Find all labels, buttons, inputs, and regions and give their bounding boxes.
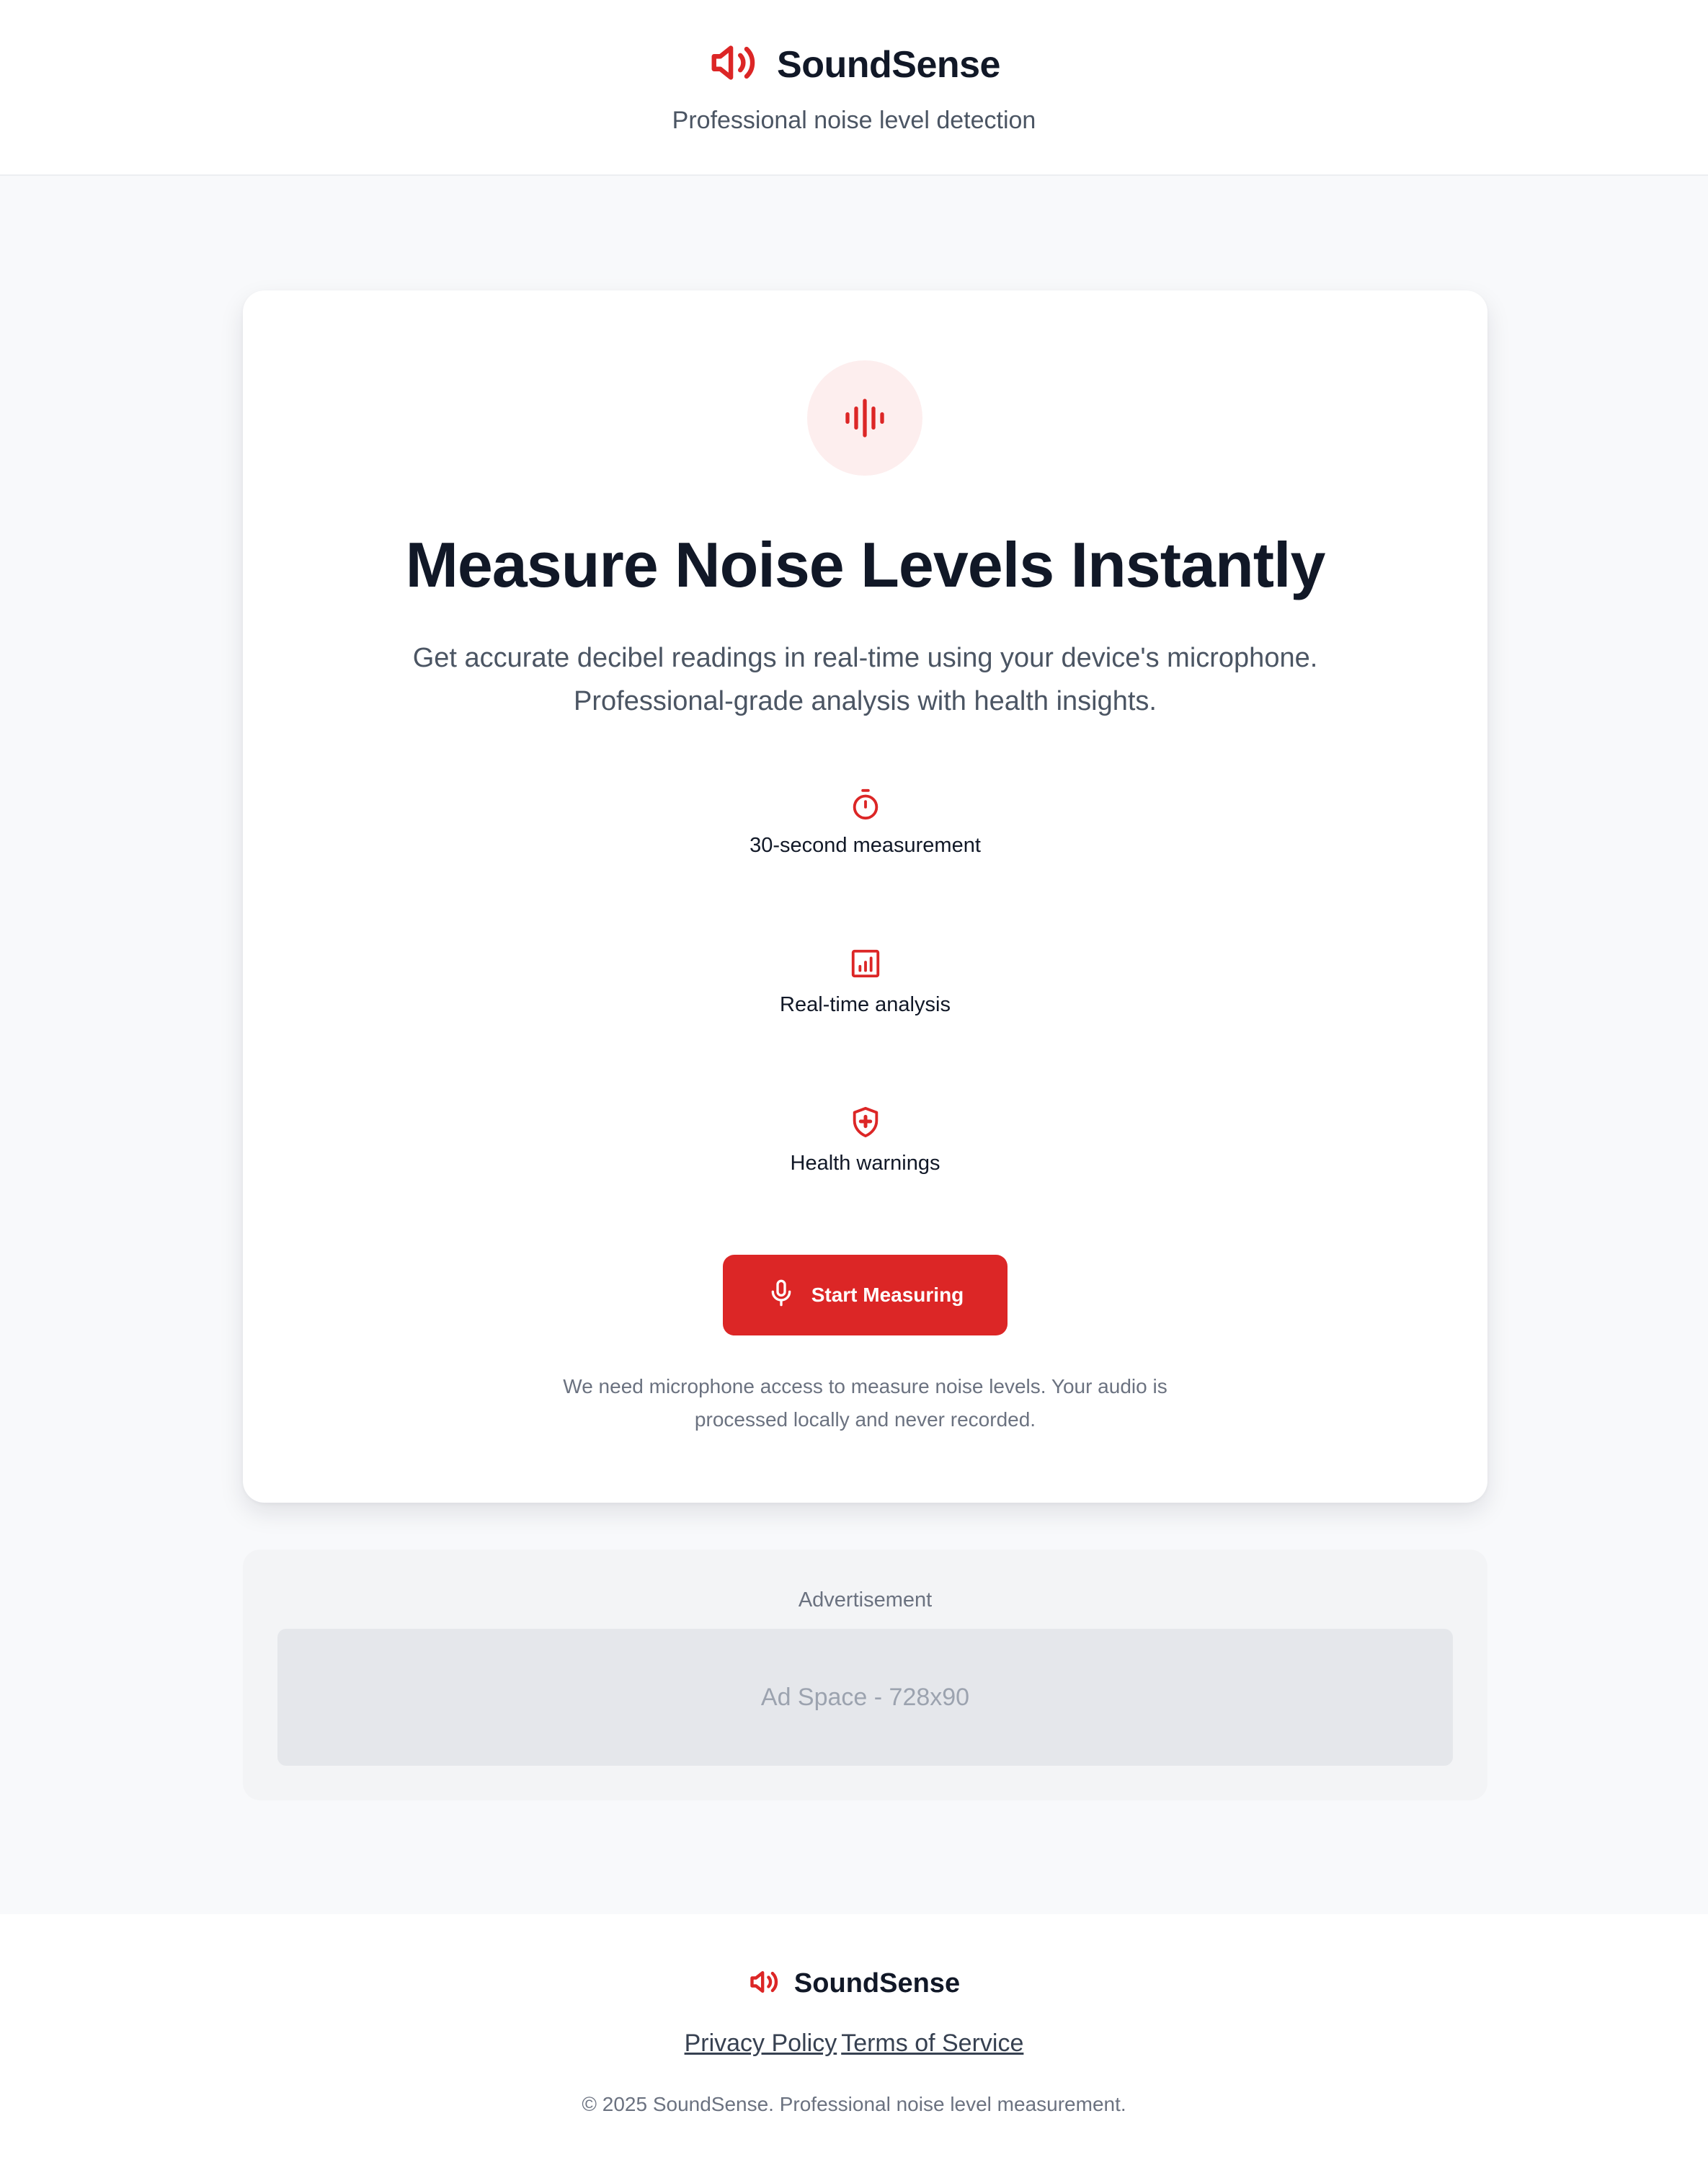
page-title: Measure Noise Levels Instantly [405, 529, 1326, 600]
copyright: © 2025 SoundSense. Professional noise le… [582, 2093, 1126, 2115]
brand[interactable]: SoundSense [0, 37, 1708, 92]
footer-app-name: SoundSense [793, 1968, 961, 1999]
feature-item: 30-second measurement [243, 788, 1487, 858]
sound-wave-icon [807, 360, 922, 476]
bar-chart-icon [243, 947, 1487, 980]
footer-links: Privacy Policy Terms of Service [0, 2030, 1708, 2058]
microphone-icon [767, 1279, 796, 1312]
ad-placeholder[interactable]: Ad Space - 728x90 [277, 1629, 1453, 1766]
timer-icon [243, 788, 1487, 821]
footer-brand[interactable]: SoundSense [0, 1966, 1708, 2001]
feature-label: Health warnings [790, 1152, 940, 1175]
site-footer: SoundSense Privacy Policy Terms of Servi… [0, 1914, 1708, 2165]
feature-label: 30-second measurement [750, 834, 981, 857]
feature-item: Real-time analysis [243, 947, 1487, 1017]
feature-label: Real-time analysis [780, 993, 951, 1016]
start-measuring-label: Start Measuring [811, 1284, 964, 1306]
app-name: SoundSense [777, 43, 1000, 86]
site-header: SoundSense Professional noise level dete… [0, 0, 1708, 176]
feature-item: Health warnings [243, 1106, 1487, 1175]
hero-subtext: Get accurate decibel readings in real-ti… [412, 643, 1318, 716]
ad-section: Advertisement Ad Space - 728x90 [243, 1550, 1487, 1800]
tagline: Professional noise level detection [672, 107, 1036, 134]
privacy-policy-link[interactable]: Privacy Policy [685, 2030, 837, 2058]
ad-title: Advertisement [798, 1588, 933, 1611]
privacy-note: We need microphone access to measure noi… [563, 1375, 1167, 1431]
speaker-icon [748, 1966, 780, 2001]
terms-of-service-link[interactable]: Terms of Service [841, 2030, 1023, 2058]
shield-plus-icon [243, 1106, 1487, 1139]
start-measuring-button[interactable]: Start Measuring [723, 1255, 1008, 1335]
measure-card: Measure Noise Levels Instantly Get accur… [243, 290, 1487, 1503]
speaker-icon [708, 37, 758, 92]
